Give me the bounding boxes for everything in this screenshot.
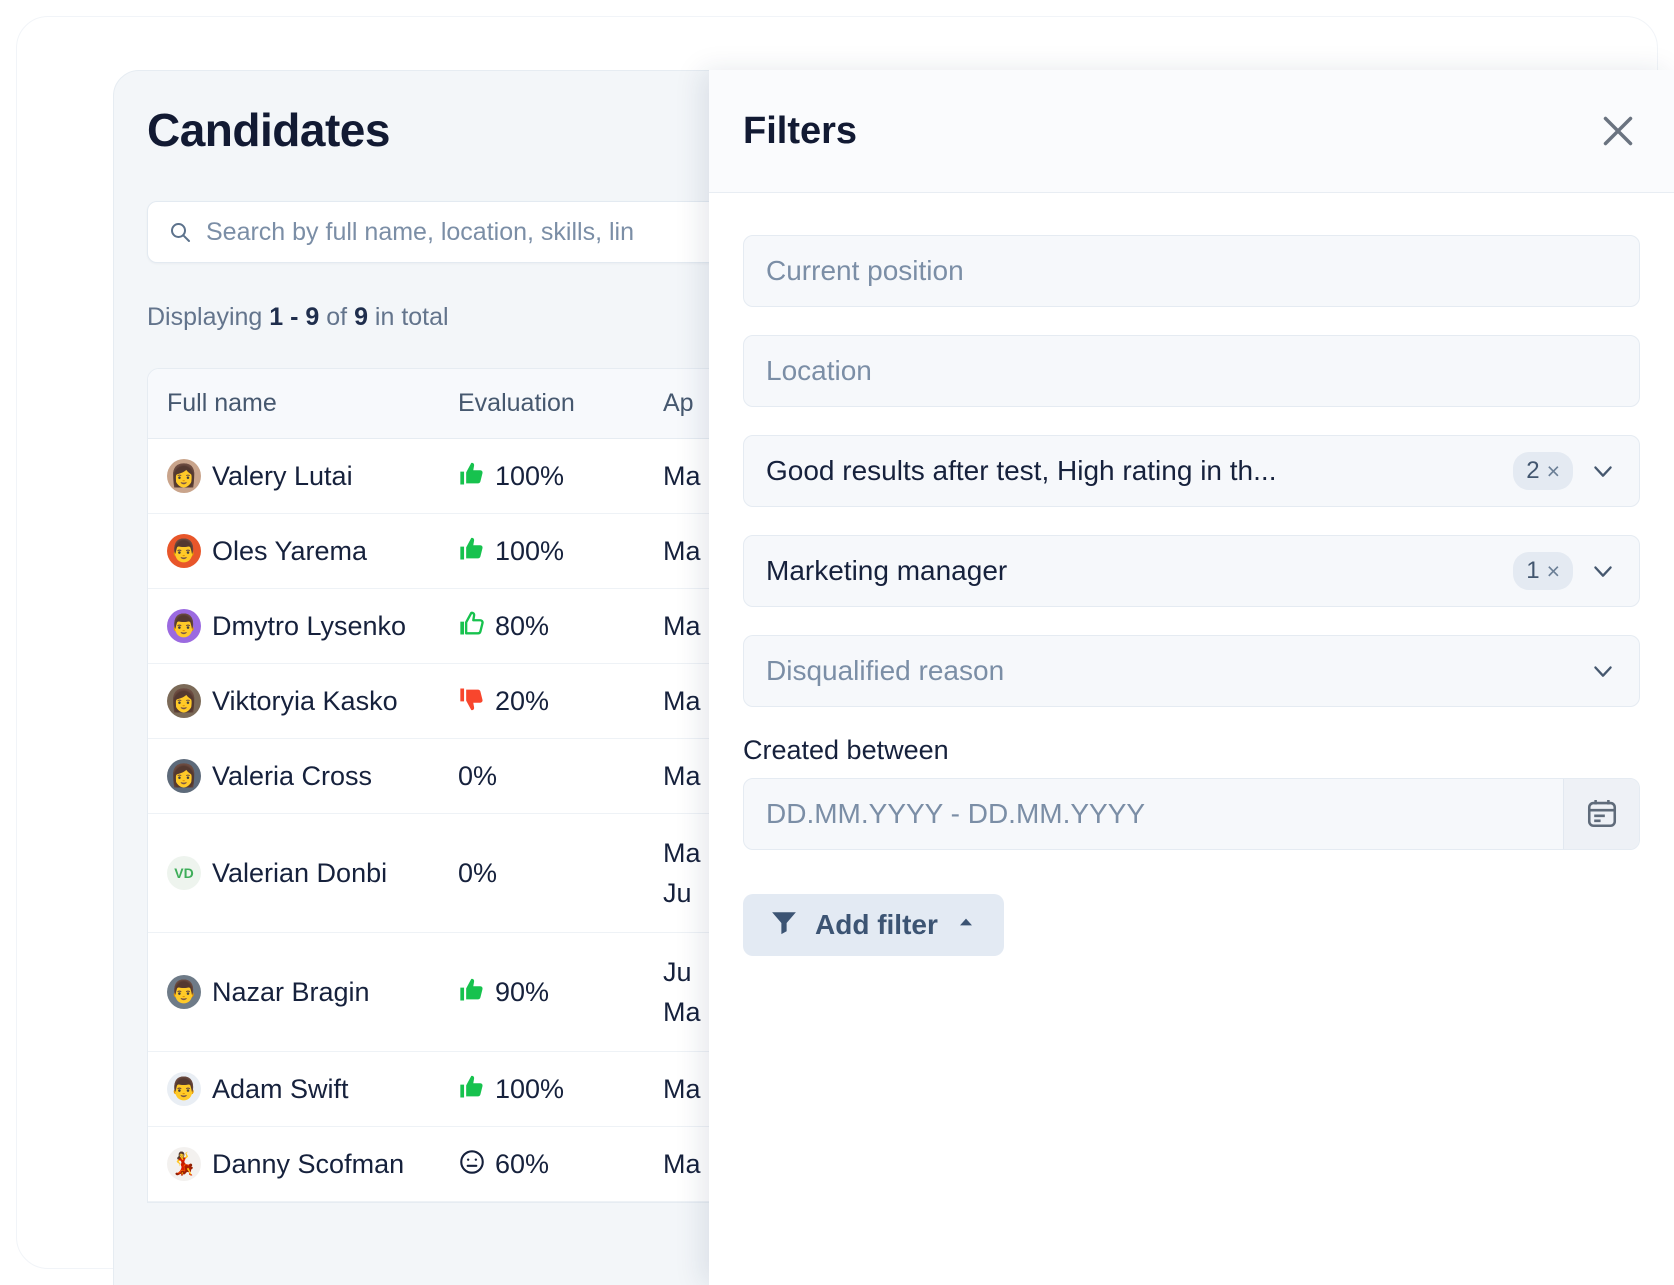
- avatar: 👩: [167, 759, 201, 793]
- avatar: VD: [167, 856, 201, 890]
- close-icon: [1598, 111, 1638, 154]
- funnel-icon: [769, 907, 799, 944]
- cell-evaluation: 0%: [458, 761, 663, 792]
- cell-evaluation: 60%: [458, 1148, 663, 1181]
- filter-placeholder: Location: [766, 355, 872, 386]
- displaying-range: 1 - 9: [269, 303, 320, 331]
- cell-evaluation: 80%: [458, 610, 663, 643]
- candidate-name: Valeria Cross: [212, 760, 373, 791]
- created-between-label: Created between: [743, 735, 949, 765]
- cell-full-name: 👨 Dmytro Lysenko: [148, 609, 458, 643]
- evaluation-value: 100%: [495, 1073, 565, 1104]
- avatar: 👨: [167, 534, 201, 568]
- chevron-down-icon[interactable]: [1589, 457, 1617, 485]
- page-title: Candidates: [147, 104, 390, 156]
- filter-field-list: Current position Location Good results aft…: [743, 235, 1640, 707]
- column-header-evaluation[interactable]: Evaluation: [458, 389, 663, 418]
- filter-value: Marketing manager: [766, 555, 1008, 586]
- displaying-prefix: Displaying: [147, 303, 270, 331]
- evaluation-value: 0%: [458, 760, 498, 791]
- evaluation-up-outline-icon: [458, 610, 486, 643]
- avatar: 👨: [167, 975, 201, 1009]
- displaying-total: 9: [354, 303, 368, 331]
- displaying-suffix: in total: [367, 303, 449, 331]
- evaluation-value: 60%: [495, 1148, 550, 1179]
- calendar-button[interactable]: [1563, 779, 1639, 849]
- filters-header: Filters: [709, 70, 1674, 193]
- filter-field[interactable]: Location: [743, 335, 1640, 407]
- filter-field[interactable]: Good results after test, High rating in …: [743, 435, 1640, 507]
- cell-full-name: 💃 Danny Scofman: [148, 1147, 458, 1181]
- cell-evaluation: 100%: [458, 535, 663, 568]
- cell-evaluation: 20%: [458, 685, 663, 718]
- evaluation-down-icon: [458, 685, 486, 718]
- evaluation-value: 0%: [458, 857, 498, 888]
- filters-title: Filters: [743, 109, 858, 152]
- close-filters-button[interactable]: [1592, 106, 1644, 158]
- chevron-down-icon[interactable]: [1589, 557, 1617, 585]
- chevron-up-icon: [954, 909, 978, 941]
- candidate-name: Valery Lutai: [212, 460, 353, 491]
- evaluation-value: 100%: [495, 460, 565, 491]
- cell-full-name: 👨 Nazar Bragin: [148, 975, 458, 1009]
- clear-filter-icon[interactable]: ×: [1547, 458, 1560, 485]
- created-between-field[interactable]: [743, 778, 1640, 850]
- filter-count-badge[interactable]: 2 ×: [1513, 452, 1573, 490]
- filter-placeholder: Disqualified reason: [766, 655, 1005, 686]
- evaluation-up-icon: [458, 976, 486, 1009]
- evaluation-value: 90%: [495, 976, 550, 1007]
- filters-panel: Filters Current position Location Good res…: [709, 70, 1674, 1285]
- filter-count-badge[interactable]: 1 ×: [1513, 552, 1573, 590]
- app-root: Candidates Displaying 1 - 9 of 9 in tota…: [0, 0, 1674, 1285]
- candidate-name: Dmytro Lysenko: [212, 610, 407, 641]
- cell-full-name: 👩 Viktoryia Kasko: [148, 684, 458, 718]
- filter-field[interactable]: Marketing manager 1 ×: [743, 535, 1640, 607]
- avatar: 👩: [167, 684, 201, 718]
- avatar: 👨: [167, 1072, 201, 1106]
- filter-count: 2: [1526, 457, 1540, 484]
- candidate-name: Danny Scofman: [212, 1148, 405, 1179]
- evaluation-up-icon: [458, 1073, 486, 1106]
- search-icon: [168, 220, 192, 244]
- evaluation-value: 20%: [495, 685, 550, 716]
- cell-full-name: 👨 Adam Swift: [148, 1072, 458, 1106]
- cell-full-name: 👩 Valery Lutai: [148, 459, 458, 493]
- filter-field[interactable]: Disqualified reason: [743, 635, 1640, 707]
- candidate-name: Nazar Bragin: [212, 976, 370, 1007]
- cell-evaluation: 100%: [458, 1073, 663, 1106]
- cell-full-name: VD Valerian Donbi: [148, 856, 458, 890]
- evaluation-up-icon: [458, 535, 486, 568]
- evaluation-value: 100%: [495, 535, 565, 566]
- evaluation-up-icon: [458, 460, 486, 493]
- cell-evaluation: 0%: [458, 858, 663, 889]
- evaluation-value: 80%: [495, 610, 550, 641]
- avatar: 💃: [167, 1147, 201, 1181]
- candidate-name: Adam Swift: [212, 1073, 349, 1104]
- cell-full-name: 👨 Oles Yarema: [148, 534, 458, 568]
- cell-full-name: 👩 Valeria Cross: [148, 759, 458, 793]
- filter-field[interactable]: Current position: [743, 235, 1640, 307]
- add-filter-button[interactable]: Add filter: [743, 894, 1004, 956]
- filter-count: 1: [1526, 557, 1540, 584]
- filters-body: Current position Location Good results aft…: [709, 193, 1674, 956]
- candidate-name: Viktoryia Kasko: [212, 685, 398, 716]
- calendar-icon: [1585, 796, 1619, 833]
- filter-placeholder: Current position: [766, 255, 964, 286]
- avatar: 👩: [167, 459, 201, 493]
- displaying-summary: Displaying 1 - 9 of 9 in total: [147, 303, 449, 332]
- date-range-input[interactable]: [744, 779, 1563, 849]
- cell-evaluation: 90%: [458, 976, 663, 1009]
- candidate-name: Valerian Donbi: [212, 857, 388, 888]
- filter-value: Good results after test, High rating in …: [766, 455, 1277, 486]
- cell-evaluation: 100%: [458, 460, 663, 493]
- evaluation-neutral-icon: [458, 1148, 486, 1181]
- column-header-full-name[interactable]: Full name: [148, 389, 458, 418]
- candidate-name: Oles Yarema: [212, 535, 368, 566]
- clear-filter-icon[interactable]: ×: [1547, 558, 1560, 585]
- displaying-middle: of: [319, 303, 355, 331]
- chevron-down-icon[interactable]: [1589, 657, 1617, 685]
- add-filter-label: Add filter: [815, 909, 938, 940]
- avatar: 👨: [167, 609, 201, 643]
